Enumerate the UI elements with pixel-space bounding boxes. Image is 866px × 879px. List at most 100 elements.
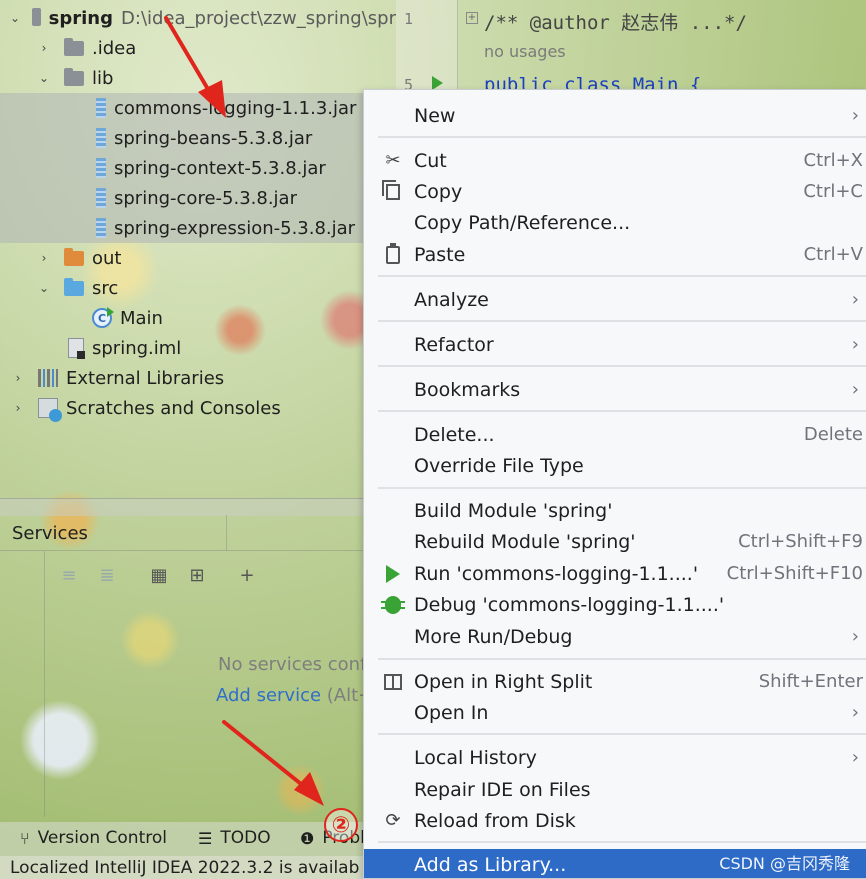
tree-item-jar[interactable]: spring-expression-5.3.8.jar [0, 213, 396, 243]
tree-item-label: commons-logging-1.1.3.jar [114, 97, 357, 119]
tree-root-spring[interactable]: ⌄ spring D:\idea_project\zzw_spring\spr [0, 3, 396, 33]
divider [44, 551, 45, 817]
scissors-icon: ✂ [385, 150, 401, 171]
menu-item-shortcut: Shift+Enter [758, 671, 863, 692]
split-icon [382, 671, 404, 693]
menu-item-copy[interactable]: Copy Ctrl+C [364, 176, 866, 207]
add-service-label[interactable]: Add service [216, 685, 321, 706]
menu-item-paste[interactable]: Paste Ctrl+V [364, 239, 866, 270]
menu-item-delete[interactable]: Delete... Delete [364, 419, 866, 450]
menu-item-rebuild-module[interactable]: Rebuild Module 'spring' Ctrl+Shift+F9 [364, 526, 866, 557]
menu-item-label: Analyze [414, 288, 489, 311]
menu-item-label: More Run/Debug [414, 625, 573, 648]
chevron-right-icon[interactable]: › [36, 40, 52, 56]
menu-item-debug[interactable]: Debug 'commons-logging-1.1....' [364, 589, 866, 620]
submenu-arrow-icon: › [851, 334, 859, 355]
tab-version-control[interactable]: ⑂ Version Control [20, 828, 167, 848]
tree-item-main[interactable]: C Main [0, 303, 396, 333]
menu-item-more-run-debug[interactable]: More Run/Debug › [364, 621, 866, 652]
tree-item-jar[interactable]: spring-context-5.3.8.jar [0, 153, 396, 183]
menu-item-bookmarks[interactable]: Bookmarks › [364, 374, 866, 405]
module-file-icon [68, 338, 85, 359]
menu-item-shortcut: Ctrl+X [803, 150, 863, 171]
paste-icon [382, 242, 404, 266]
panel-splitter[interactable] [0, 498, 396, 516]
tree-root-label: spring [48, 7, 114, 29]
add-icon[interactable]: + [236, 564, 258, 586]
status-message[interactable]: Localized IntelliJ IDEA 2022.3.2 is avai… [10, 858, 359, 878]
folder-icon [64, 67, 84, 86]
code-comment: /** @author 赵志伟 ...*/ [484, 12, 747, 34]
menu-item-shortcut: Ctrl+Shift+F10 [726, 563, 863, 584]
tree-item-label: out [92, 247, 122, 269]
menu-item-refactor[interactable]: Refactor › [364, 329, 866, 360]
menu-item-local-history[interactable]: Local History › [364, 742, 866, 773]
reload-icon: ⟳ [385, 810, 401, 831]
menu-separator [378, 410, 866, 412]
add-service-link[interactable]: Add service (Alt+ [216, 685, 373, 706]
chevron-down-icon[interactable]: ⌄ [10, 10, 20, 26]
menu-item-label: Copy Path/Reference... [414, 211, 631, 234]
collapse-all-icon[interactable]: ≣ [96, 564, 118, 586]
chevron-right-icon[interactable]: › [10, 400, 26, 416]
menu-item-label: Refactor [414, 333, 494, 356]
tree-item-label: External Libraries [66, 367, 225, 389]
menu-item-cut[interactable]: ✂ Cut Ctrl+X [364, 145, 866, 176]
menu-item-open-right-split[interactable]: Open in Right Split Shift+Enter [364, 666, 866, 697]
fold-icon[interactable]: + [466, 12, 478, 24]
code-editor[interactable]: 1 5 + /** @author 赵志伟 ...*/ no usages pu… [396, 0, 866, 100]
jar-icon [96, 128, 106, 148]
folder-icon [64, 247, 84, 266]
step-marker: ② [324, 808, 358, 842]
menu-item-copy-path[interactable]: Copy Path/Reference... [364, 207, 866, 238]
tree-item-src[interactable]: ⌄ src [0, 273, 396, 303]
chevron-down-icon[interactable]: ⌄ [36, 70, 52, 86]
menu-item-override-file-type[interactable]: Override File Type [364, 450, 866, 481]
menu-item-label: New [414, 104, 456, 127]
group-by-icon[interactable]: ▦ [148, 564, 170, 586]
menu-item-label: Bookmarks [414, 378, 521, 401]
run-gutter-icon[interactable] [432, 76, 443, 90]
menu-item-label: Copy [414, 180, 463, 203]
tree-item-label: lib [92, 67, 114, 89]
menu-item-label: Build Module 'spring' [414, 499, 613, 522]
tree-item-jar[interactable]: spring-beans-5.3.8.jar [0, 123, 396, 153]
menu-item-label: Delete... [414, 423, 495, 446]
expand-all-icon[interactable]: ≡ [58, 564, 80, 586]
tree-item-jar[interactable]: commons-logging-1.1.3.jar [0, 93, 396, 123]
tree-root-path: D:\idea_project\zzw_spring\spr [121, 7, 396, 29]
menu-item-repair-ide[interactable]: Repair IDE on Files [364, 774, 866, 805]
menu-item-open-in[interactable]: Open In › [364, 697, 866, 728]
chevron-right-icon[interactable]: › [10, 370, 26, 386]
menu-separator [378, 733, 866, 735]
tree-item-label: spring-expression-5.3.8.jar [114, 217, 356, 239]
divider [226, 515, 227, 551]
services-empty-text: No services confi [218, 654, 372, 675]
menu-separator [378, 658, 866, 660]
usage-hint: no usages [484, 42, 566, 61]
chevron-down-icon[interactable]: ⌄ [36, 280, 52, 296]
menu-item-run[interactable]: Run 'commons-logging-1.1....' Ctrl+Shift… [364, 558, 866, 589]
menu-separator [378, 275, 866, 277]
tree-item-scratches[interactable]: › Scratches and Consoles [0, 393, 396, 423]
menu-item-reload-from-disk[interactable]: ⟳ Reload from Disk [364, 805, 866, 836]
menu-item-analyze[interactable]: Analyze › [364, 284, 866, 315]
menu-item-label: Paste [414, 243, 466, 266]
tree-item-out[interactable]: › out [0, 243, 396, 273]
tree-item-idea[interactable]: › .idea [0, 33, 396, 63]
services-title: Services [12, 523, 88, 544]
tab-todo[interactable]: ☰ TODO [198, 828, 271, 848]
tree-item-lib[interactable]: ⌄ lib [0, 63, 396, 93]
tree-item-jar[interactable]: spring-core-5.3.8.jar [0, 183, 396, 213]
menu-item-build-module[interactable]: Build Module 'spring' [364, 495, 866, 526]
menu-item-label: Override File Type [414, 454, 584, 477]
menu-item-new[interactable]: New › [364, 100, 866, 131]
tree-item-label: spring.iml [92, 337, 182, 359]
chevron-right-icon[interactable]: › [36, 250, 52, 266]
class-icon: C [92, 307, 114, 328]
new-tab-icon[interactable]: ⊞ [186, 564, 208, 586]
tree-item-iml[interactable]: spring.iml [0, 333, 396, 363]
menu-item-shortcut: Ctrl+Shift+F9 [738, 531, 863, 552]
folder-icon [64, 37, 84, 56]
tree-item-external-libraries[interactable]: › External Libraries [0, 363, 396, 393]
